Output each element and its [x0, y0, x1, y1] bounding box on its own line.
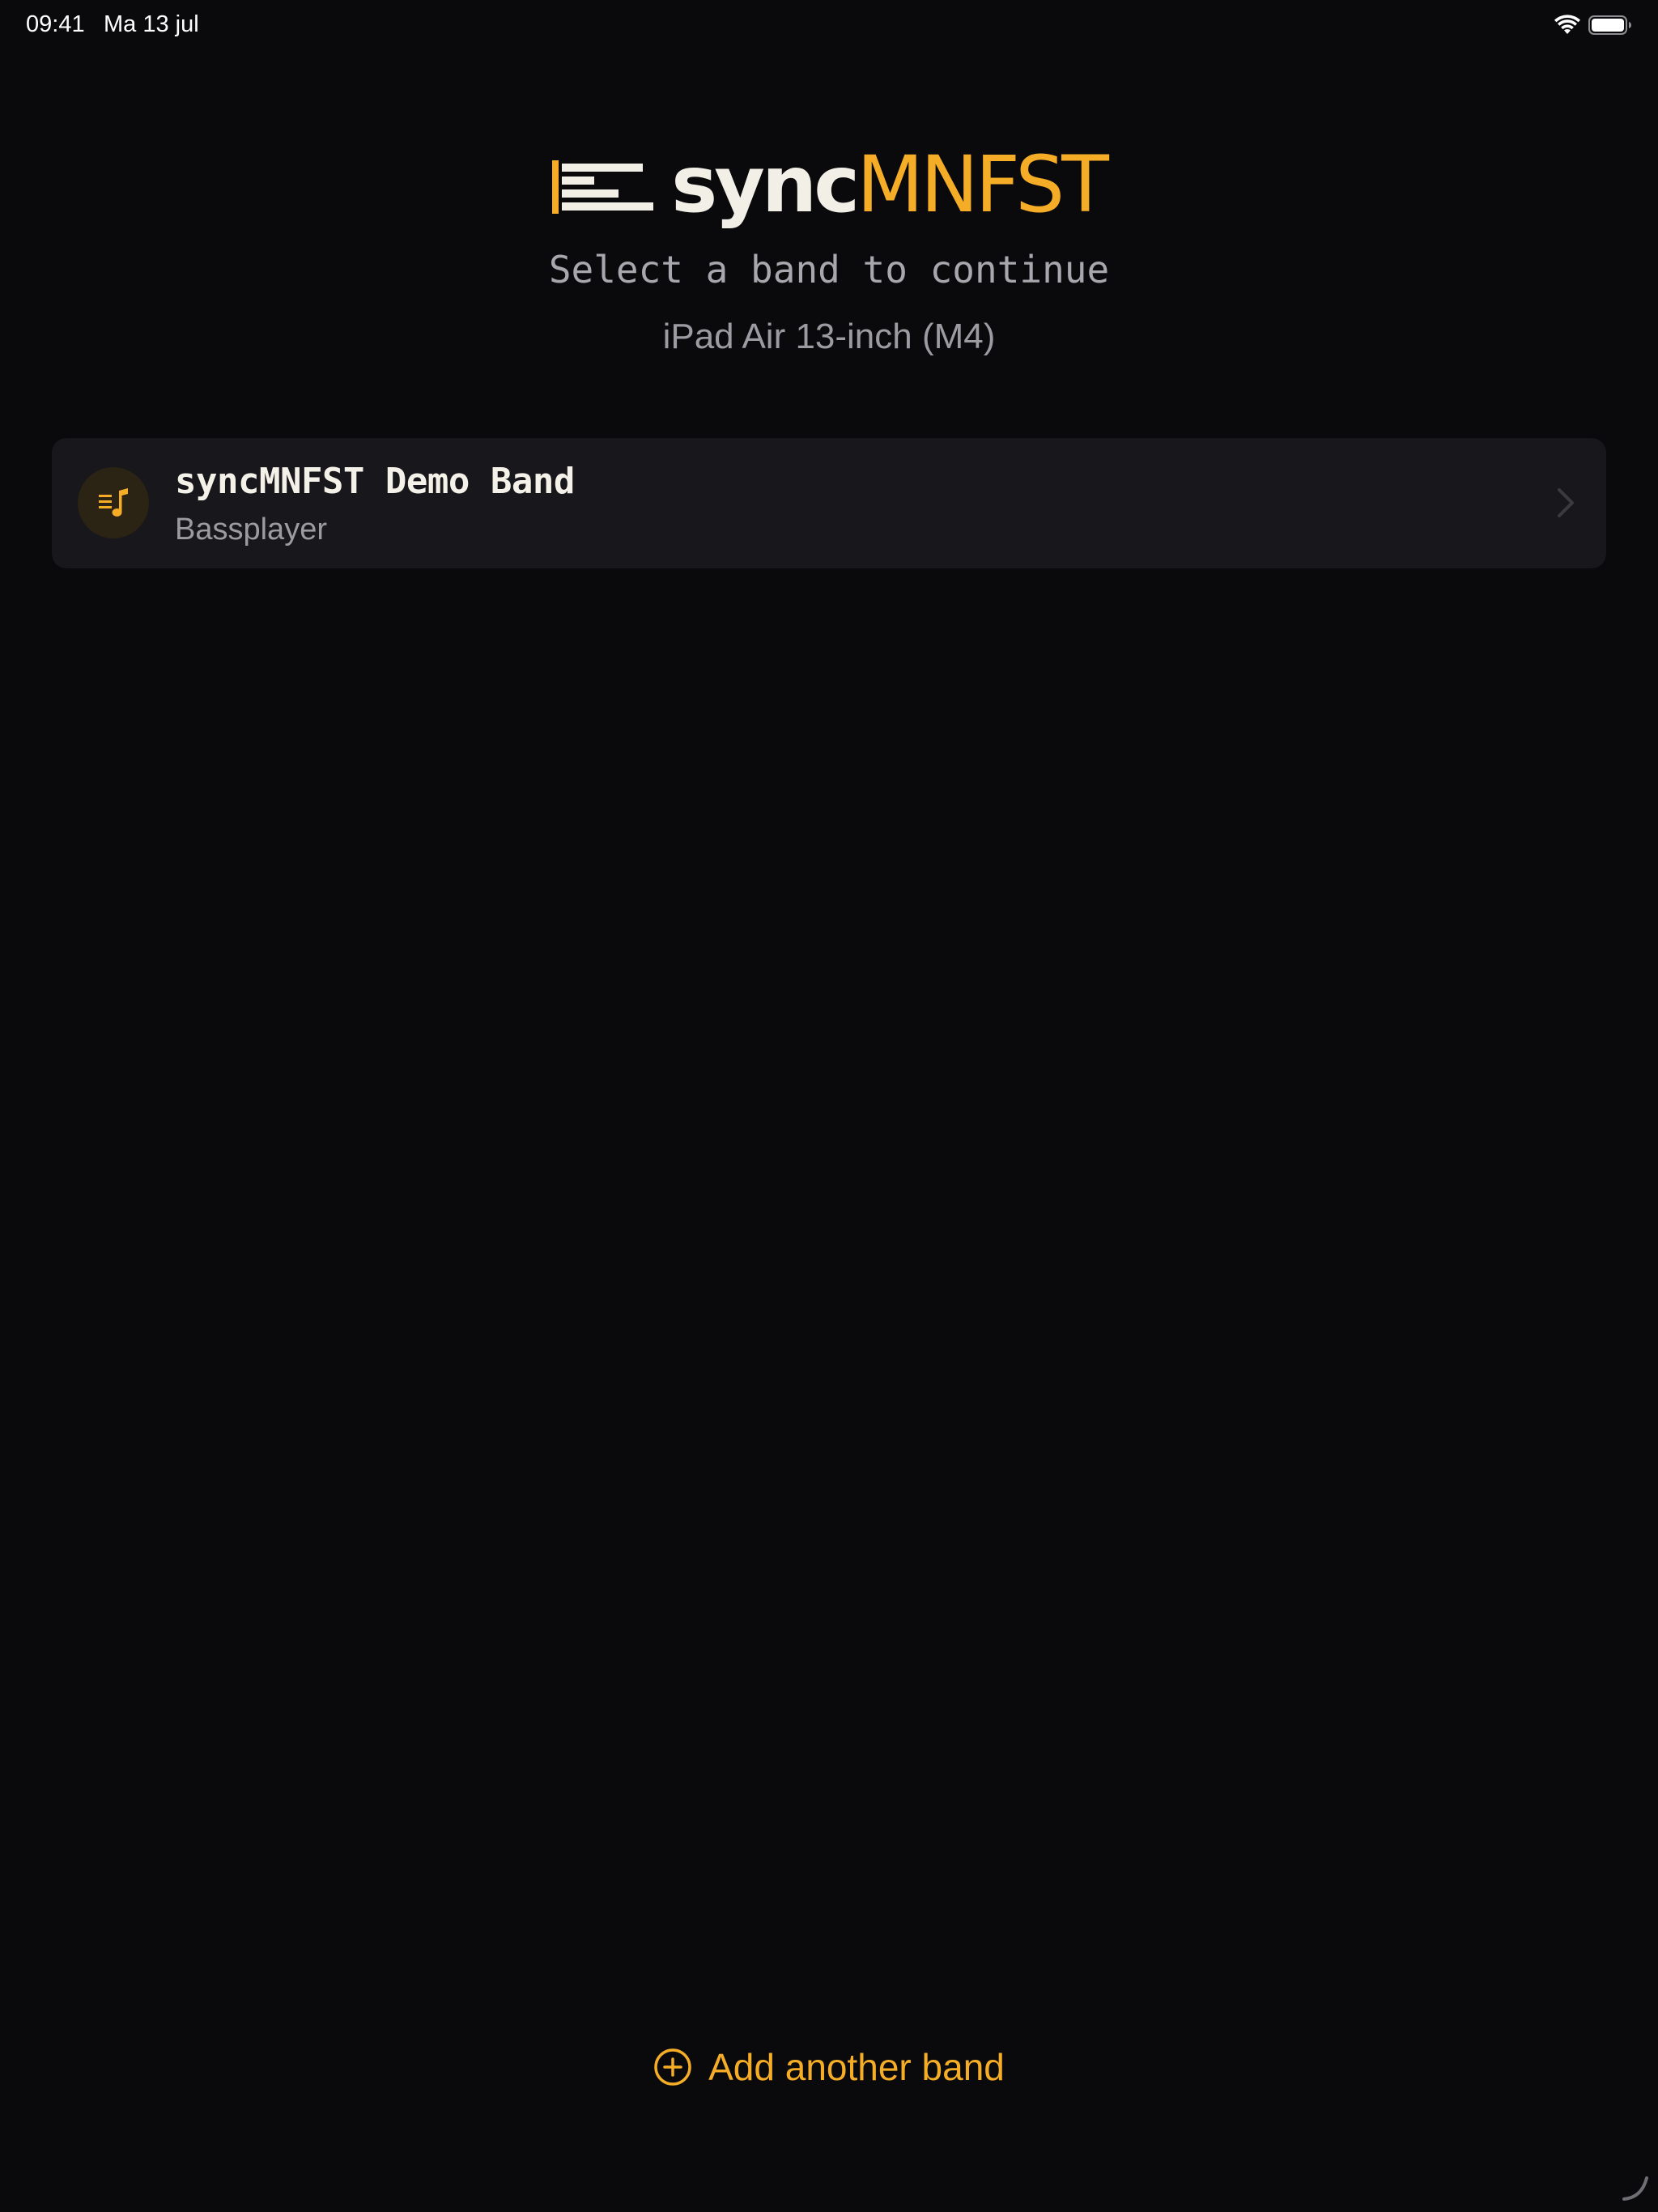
- logo-wordmark: syncMNFST: [671, 146, 1109, 223]
- chevron-right-icon: [1558, 488, 1574, 517]
- app-logo: syncMNFST: [0, 146, 1658, 223]
- logo-mark-icon: [552, 160, 654, 214]
- music-list-icon: [99, 488, 128, 517]
- status-icons: [1554, 15, 1632, 36]
- add-band-button[interactable]: Add another band: [0, 2045, 1658, 2089]
- device-name: iPad Air 13-inch (M4): [662, 317, 996, 356]
- wifi-icon: [1554, 15, 1580, 34]
- logo-text-sync: sync: [671, 139, 860, 230]
- band-avatar: [78, 467, 149, 538]
- band-name: syncMNFST Demo Band: [175, 461, 575, 502]
- add-band-label: Add another band: [708, 2046, 1005, 2088]
- page-subtitle: Select a band to continue: [548, 248, 1110, 291]
- status-bar: 09:41 Ma 13 jul: [0, 0, 1658, 52]
- resize-handle-icon: [1622, 2176, 1648, 2201]
- battery-icon: [1588, 15, 1631, 35]
- band-list-item[interactable]: syncMNFST Demo Band Bassplayer: [52, 438, 1606, 568]
- band-role: Bassplayer: [175, 513, 327, 547]
- status-time: 09:41: [26, 11, 85, 37]
- status-date: Ma 13 jul: [104, 11, 199, 37]
- plus-circle-icon: [654, 2048, 691, 2086]
- logo-text-mnfst: MNFST: [857, 139, 1109, 230]
